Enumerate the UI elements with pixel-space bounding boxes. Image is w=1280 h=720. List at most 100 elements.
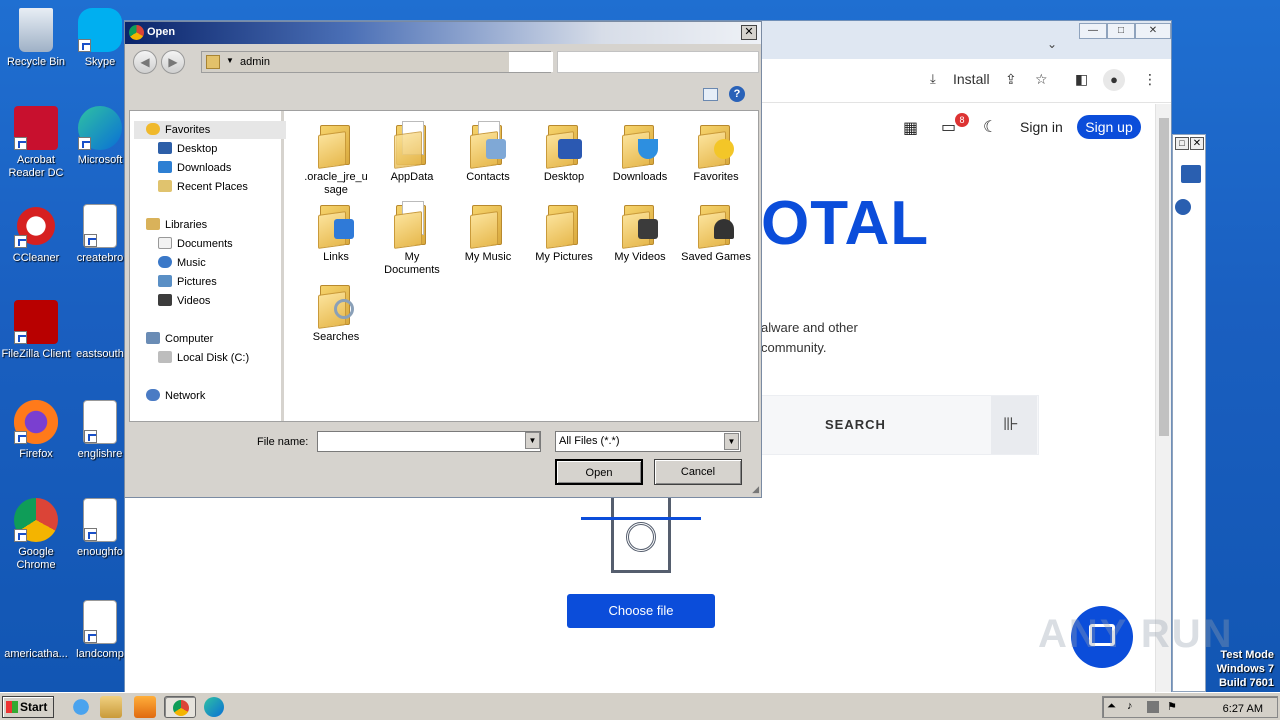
folder-item[interactable]: Downloads	[604, 121, 676, 184]
volume-icon[interactable]: ♪	[1127, 700, 1133, 712]
folder-label: My Pictures	[535, 251, 593, 263]
test-mode-line: Windows 7	[1216, 663, 1274, 675]
close-icon[interactable]: ✕	[1135, 23, 1171, 39]
forward-icon[interactable]: ▶	[161, 50, 185, 74]
nav-downloads[interactable]: Downloads	[158, 160, 231, 178]
resize-grip-icon[interactable]: ◢	[752, 484, 759, 495]
close-icon[interactable]: ✕	[741, 25, 757, 40]
folder-item[interactable]: .oracle_jre_u sage	[300, 121, 372, 197]
chevron-down-icon[interactable]: ▼	[724, 433, 739, 450]
nav-music[interactable]: Music	[158, 255, 206, 273]
network-tray-icon[interactable]	[1147, 701, 1159, 713]
apps-grid-icon[interactable]: ▦	[903, 118, 918, 138]
close-icon[interactable]: ✕	[1190, 137, 1204, 150]
media-player-icon[interactable]	[134, 696, 156, 718]
folder-item[interactable]: Desktop	[528, 121, 600, 184]
folder-item[interactable]: Links	[300, 201, 372, 264]
folder-item[interactable]: My Pictures	[528, 201, 600, 264]
nav-videos[interactable]: Videos	[158, 293, 210, 311]
ccleaner-icon[interactable]: CCleaner	[0, 204, 72, 265]
folder-item[interactable]: Contacts	[452, 121, 524, 184]
tab-dropdown-icon[interactable]: ⌄	[1047, 37, 1057, 51]
scrollbar-thumb[interactable]	[1159, 118, 1169, 436]
dropdown-arrow-icon[interactable]: ▼	[226, 56, 234, 65]
maximize-icon[interactable]: □	[1175, 137, 1189, 150]
desktop-icon-label: Firefox	[19, 448, 53, 460]
nav-label: Music	[177, 257, 206, 269]
nav-libraries[interactable]: Libraries	[146, 217, 207, 235]
explorer-icon[interactable]	[100, 696, 122, 718]
desktop-icon	[158, 142, 172, 154]
documents-icon	[158, 237, 172, 249]
firefox-icon[interactable]: Firefox	[0, 400, 72, 461]
nav-computer[interactable]: Computer	[146, 331, 213, 349]
folder-item[interactable]: My Documents	[376, 201, 448, 277]
nav-recent-places[interactable]: Recent Places	[158, 179, 248, 197]
recent-places-icon	[158, 180, 172, 192]
signin-link[interactable]: Sign in	[1020, 119, 1063, 135]
folder-item[interactable]: My Videos	[604, 201, 676, 264]
sidepanel-icon[interactable]: ◧	[1075, 71, 1088, 88]
chrome-icon	[129, 25, 144, 40]
choose-file-button[interactable]: Choose file	[567, 594, 715, 628]
open-file-dialog[interactable]: Open ✕ ◀ ▶ ▼ admin ? Favorites Desktop D…	[124, 21, 762, 498]
clock[interactable]: 6:27 AM	[1223, 703, 1263, 715]
tray-arrow-icon[interactable]: ⏶	[1107, 700, 1116, 713]
nav-local-disk[interactable]: Local Disk (C:)	[158, 350, 249, 368]
filetype-select[interactable]: All Files (*.*) ▼	[555, 431, 741, 452]
nav-network[interactable]: Network	[146, 388, 205, 406]
filename-input[interactable]	[317, 431, 541, 452]
open-button[interactable]: Open	[555, 459, 643, 485]
install-icon[interactable]: ⤓	[930, 71, 936, 87]
chrome-icon[interactable]: Google Chrome	[0, 498, 72, 572]
address-bar[interactable]: ▼ admin	[201, 51, 551, 73]
profile-icon[interactable]: ●	[1103, 69, 1125, 91]
signup-button[interactable]: Sign up	[1077, 115, 1141, 139]
cancel-button[interactable]: Cancel	[654, 459, 742, 485]
install-button[interactable]: Install	[953, 71, 990, 87]
folder-item[interactable]: Favorites	[680, 121, 752, 184]
maximize-icon[interactable]: □	[1107, 23, 1135, 39]
bookmark-star-icon[interactable]: ☆	[1035, 71, 1048, 88]
search-tab[interactable]: SEARCH	[825, 417, 886, 432]
chrome-taskbar-button[interactable]	[164, 696, 196, 718]
downloads-icon	[158, 161, 172, 173]
americatha-icon[interactable]: americatha...	[0, 600, 72, 661]
background-window[interactable]: □ ✕	[1172, 134, 1206, 692]
chevron-down-icon[interactable]: ▼	[525, 432, 540, 449]
help-icon[interactable]	[1175, 199, 1191, 215]
filezilla-icon[interactable]: FileZilla Client	[0, 300, 72, 361]
search-icon[interactable]	[1181, 165, 1201, 183]
help-icon[interactable]: ?	[729, 86, 745, 102]
folder-item[interactable]: Searches	[300, 281, 372, 344]
back-icon[interactable]: ◀	[133, 50, 157, 74]
nav-label: Local Disk (C:)	[177, 352, 250, 364]
minimize-icon[interactable]: —	[1079, 23, 1107, 39]
search-input[interactable]	[557, 51, 759, 73]
acrobat-reader-icon[interactable]: Acrobat Reader DC	[0, 106, 72, 180]
menu-icon[interactable]: ⋮	[1143, 71, 1157, 88]
flag-icon[interactable]: ⚑	[1167, 700, 1177, 713]
nav-pictures[interactable]: Pictures	[158, 274, 217, 292]
dark-mode-icon[interactable]: ☾	[983, 117, 997, 137]
folder-item[interactable]: AppData	[376, 121, 448, 184]
nav-desktop[interactable]: Desktop	[158, 141, 217, 159]
nav-label: Network	[165, 390, 206, 402]
ie-icon[interactable]	[68, 696, 94, 718]
scrollbar[interactable]	[1155, 104, 1171, 692]
dialog-titlebar[interactable]: Open ✕	[125, 22, 761, 44]
start-button[interactable]: Start	[2, 696, 54, 718]
folder-item[interactable]: My Music	[452, 201, 524, 264]
share-icon[interactable]: ⇪	[1005, 71, 1017, 88]
folder-item[interactable]: Saved Games	[680, 201, 752, 264]
recycle-bin-icon[interactable]: Recycle Bin	[0, 8, 72, 69]
preview-pane-icon[interactable]	[703, 88, 718, 101]
navigation-pane: Favorites Desktop Downloads Recent Place…	[130, 111, 286, 421]
watermark: ANY RUN	[1038, 612, 1234, 656]
barcode-icon[interactable]: ⊪	[991, 396, 1037, 454]
notifications-icon[interactable]: ▭	[941, 117, 956, 137]
nav-documents[interactable]: Documents	[158, 236, 233, 254]
nav-favorites[interactable]: Favorites	[146, 122, 210, 140]
folder-label: Saved Games	[681, 251, 751, 263]
edge-icon[interactable]	[204, 697, 224, 717]
